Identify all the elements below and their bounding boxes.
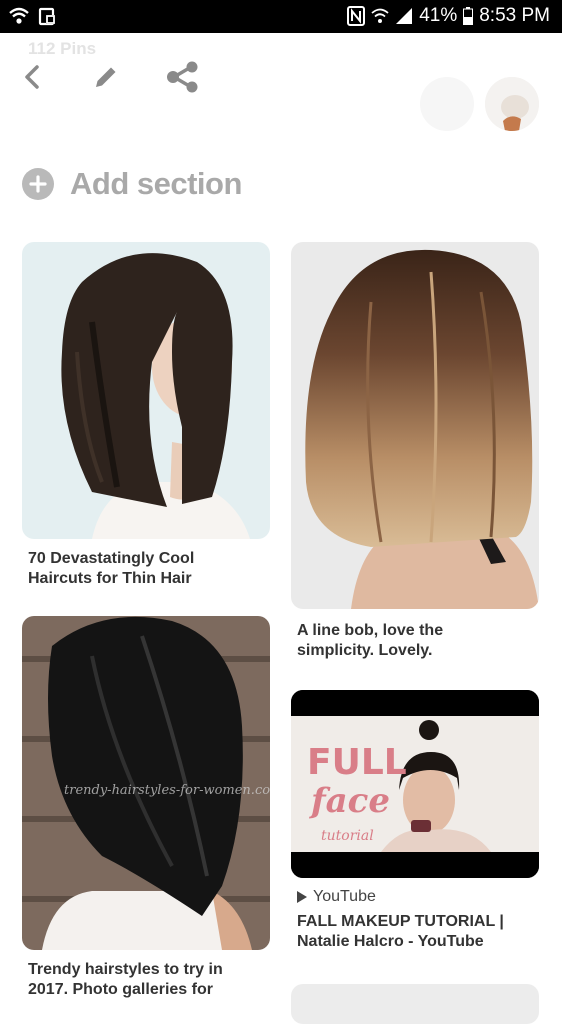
battery-percent: 41%	[419, 5, 458, 26]
play-icon	[297, 891, 307, 903]
status-bar: 41% 8:53 PM	[0, 0, 562, 33]
pin-title-line: 2017. Photo galleries for	[28, 981, 213, 998]
collaborator-avatar[interactable]	[420, 77, 474, 131]
edit-button[interactable]	[86, 57, 126, 97]
pin-title[interactable]: Trendy hairstyles to try in 2017. Photo …	[28, 960, 223, 1000]
pin-source[interactable]: YouTube	[297, 888, 376, 906]
pin-title-line: A line bob, love the	[297, 622, 444, 639]
pin-image-black-bob[interactable]: trendy-hairstyles-for-women.com	[22, 616, 270, 950]
avatar[interactable]	[485, 77, 539, 131]
pin-title-line: Natalie Halcro - YouTube	[297, 933, 484, 950]
pin-image-partial[interactable]	[291, 984, 539, 1024]
add-section-label: Add section	[70, 166, 242, 201]
wifi-icon	[371, 7, 389, 25]
wifi-call-icon	[8, 6, 30, 26]
nfc-icon	[347, 6, 366, 26]
signal-icon	[395, 7, 413, 25]
pin-source-label: YouTube	[313, 888, 376, 905]
pin-title-line: Haircuts for Thin Hair	[28, 570, 192, 587]
avatar-image	[485, 77, 539, 131]
pin-title-line: Trendy hairstyles to try in	[28, 961, 223, 978]
pin-image-ombre-bob[interactable]	[291, 242, 539, 609]
clock: 8:53 PM	[479, 5, 550, 26]
watermark-text: trendy-hairstyles-for-women.com	[64, 783, 270, 798]
thumb-text: face	[309, 781, 390, 821]
back-button[interactable]	[12, 57, 52, 97]
battery-icon	[463, 7, 474, 25]
pin-title[interactable]: 70 Devastatingly Cool Haircuts for Thin …	[28, 549, 194, 589]
pencil-icon	[96, 67, 116, 87]
pin-title[interactable]: A line bob, love the simplicity. Lovely.	[297, 621, 443, 661]
share-button[interactable]	[162, 57, 202, 97]
pin-count: 112 Pins	[28, 39, 97, 58]
pin-title-line: FALL MAKEUP TUTORIAL |	[297, 913, 504, 930]
chevron-left-icon	[25, 65, 39, 89]
pin-title-line: simplicity. Lovely.	[297, 642, 433, 659]
board-header: 112 Pins	[0, 33, 562, 143]
plus-circle-icon	[22, 168, 54, 200]
share-icon	[167, 61, 198, 93]
pin-video-thumbnail[interactable]: FULL face tutorial	[291, 690, 539, 878]
pin-title[interactable]: FALL MAKEUP TUTORIAL | Natalie Halcro - …	[297, 912, 504, 952]
thumb-text: tutorial	[321, 828, 374, 844]
screenshot-icon	[38, 6, 56, 26]
thumb-text: FULL	[307, 742, 407, 783]
add-section-button[interactable]: Add section	[22, 166, 242, 202]
pin-title-line: 70 Devastatingly Cool	[28, 550, 195, 567]
pin-image-bob-profile[interactable]	[22, 242, 270, 539]
